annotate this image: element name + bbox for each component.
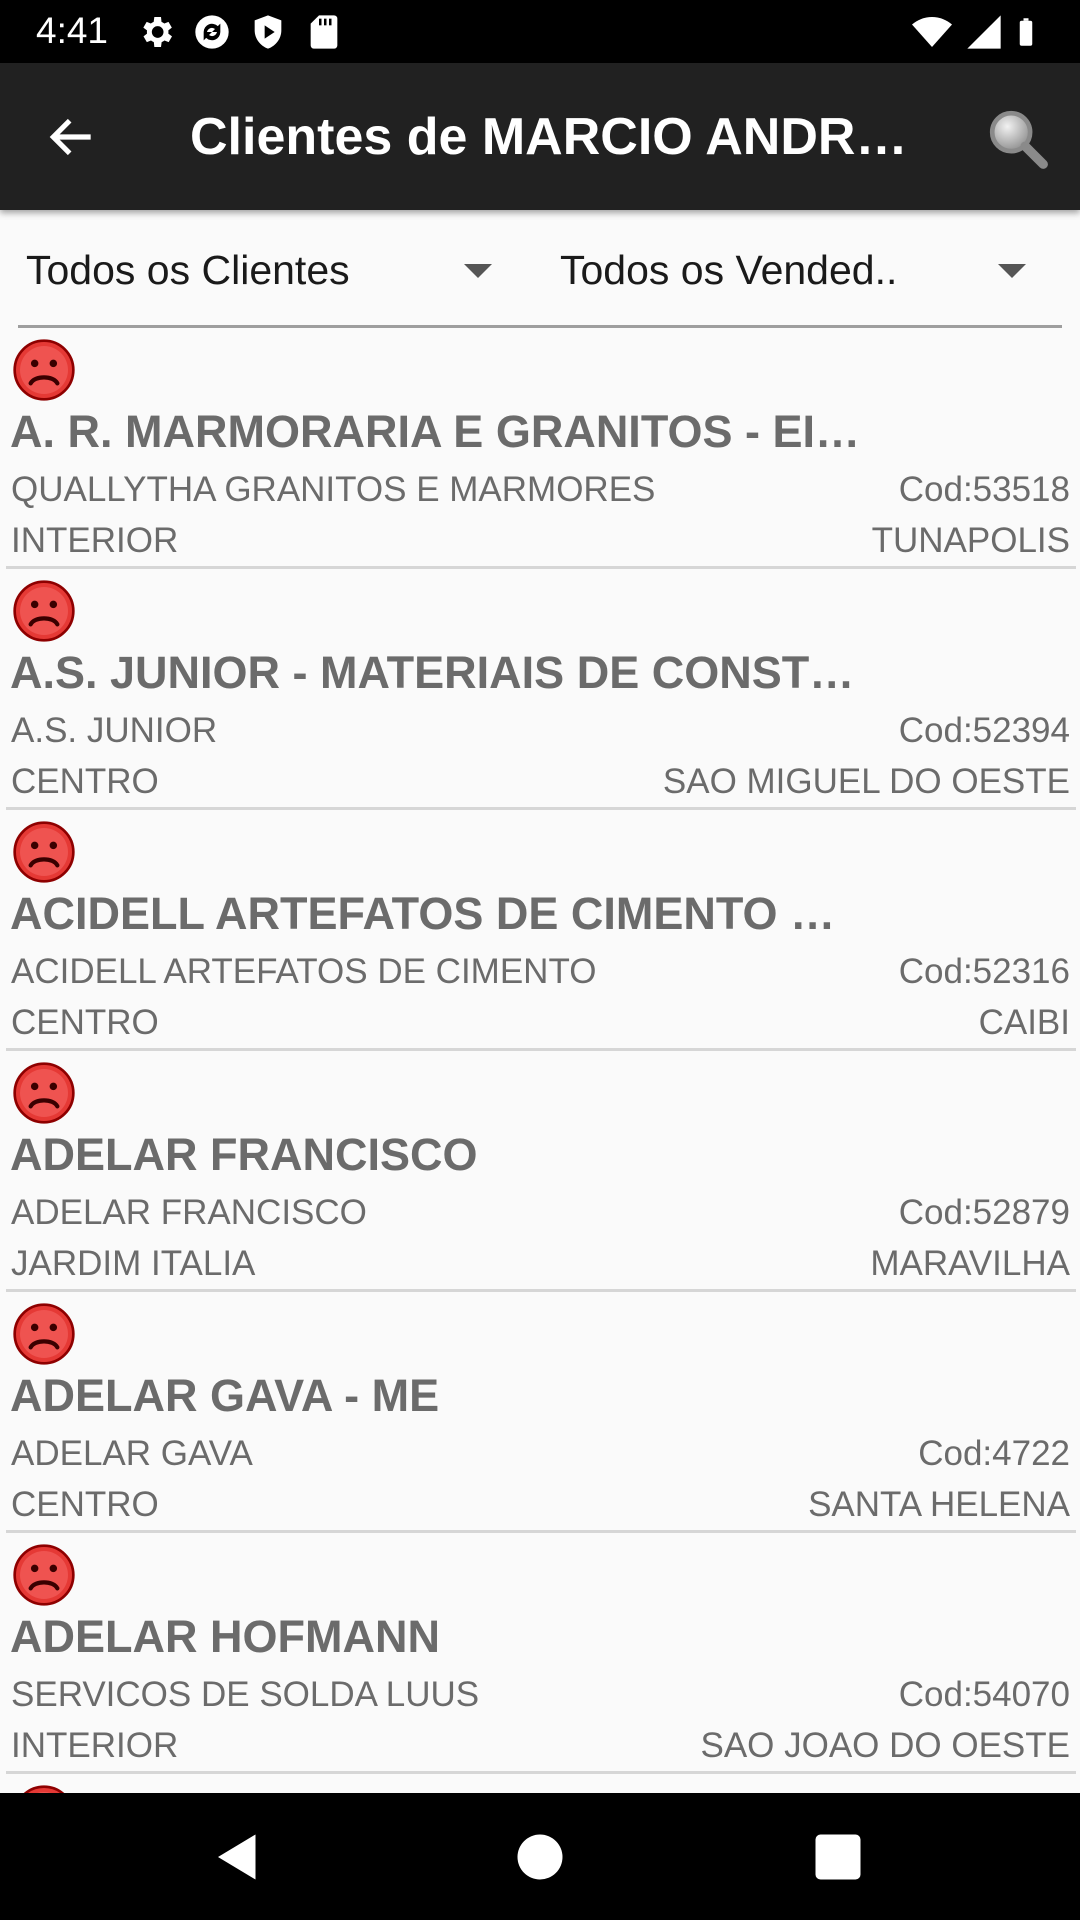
- sad-face-icon: [13, 580, 75, 642]
- settings-icon: [143, 17, 172, 47]
- client-fantasy-name: QUALLYTHA GRANITOS E MARMORES: [11, 470, 656, 509]
- client-district: JARDIM ITALIA: [11, 1244, 256, 1283]
- battery-icon: [1019, 18, 1033, 46]
- client-city: MARAVILHA: [870, 1244, 1070, 1283]
- client-name: A.S. JUNIOR - MATERIAIS DE CONST…: [10, 647, 855, 698]
- client-name: ADELAR HOFMANN: [10, 1611, 440, 1662]
- client-code: Cod:4722: [918, 1434, 1070, 1473]
- nav-recents-icon[interactable]: [808, 1827, 868, 1887]
- sad-face-icon: [13, 1303, 75, 1365]
- client-city: SANTA HELENA: [808, 1485, 1070, 1524]
- client-district: CENTRO: [11, 1003, 159, 1042]
- sellers-filter-label: Todos os Vended..: [560, 246, 898, 293]
- client-district: INTERIOR: [11, 521, 179, 560]
- clients-filter-dropdown[interactable]: Todos os Clientes: [26, 240, 496, 300]
- client-name: ACIDELL ARTEFATOS DE CIMENTO DE…: [10, 888, 860, 939]
- client-city: TUNAPOLIS: [871, 521, 1070, 560]
- dropdown-arrow-icon: [998, 264, 1026, 278]
- client-fantasy-name: A.S. JUNIOR: [11, 711, 218, 750]
- page-title: Clientes de MARCIO ANDRE…: [190, 108, 910, 166]
- client-fantasy-name: SERVICOS DE SOLDA LUUS: [11, 1675, 480, 1714]
- sad-face-icon: [13, 1544, 75, 1606]
- sd-card-icon: [310, 15, 338, 49]
- nav-back-icon[interactable]: [208, 1827, 268, 1887]
- status-bar: 4:41: [0, 0, 1080, 63]
- client-row[interactable]: ADELAR GAVA - ME ADELAR GAVA Cod:4722 CE…: [0, 1292, 1080, 1533]
- client-name: A. R. MARMORARIA E GRANITOS - EI…: [10, 406, 860, 457]
- sad-face-icon: [13, 339, 75, 401]
- client-row[interactable]: ADELAR FRANCISCO ADELAR FRANCISCO Cod:52…: [0, 1051, 1080, 1292]
- client-row[interactable]: A.S. JUNIOR - MATERIAIS DE CONST… A.S. J…: [0, 569, 1080, 810]
- client-list[interactable]: A. R. MARMORARIA E GRANITOS - EI… QUALLY…: [0, 328, 1080, 1793]
- sad-face-icon: [13, 1062, 75, 1124]
- client-code: Cod:52879: [898, 1193, 1070, 1232]
- client-fantasy-name: ADELAR GAVA: [11, 1434, 253, 1473]
- client-fantasy-name: ACIDELL ARTEFATOS DE CIMENTO: [11, 952, 597, 991]
- wifi-icon: [912, 17, 952, 47]
- arrow-back-icon[interactable]: [44, 109, 100, 165]
- client-code: Cod:53518: [898, 470, 1070, 509]
- filter-bar: Todos os Clientes Todos os Vended..: [0, 210, 1080, 328]
- client-city: CAIBI: [978, 1003, 1070, 1042]
- client-row[interactable]: A. R. MARMORARIA E GRANITOS - EI… QUALLY…: [0, 328, 1080, 569]
- client-code: Cod:52394: [898, 711, 1070, 750]
- app-bar: Clientes de MARCIO ANDRE…: [0, 63, 1080, 210]
- navigation-bar: [0, 1793, 1080, 1920]
- sellers-filter-dropdown[interactable]: Todos os Vended..: [560, 240, 1040, 300]
- signal-icon: [967, 15, 1001, 49]
- client-code: Cod:52316: [898, 952, 1070, 991]
- client-row-partial[interactable]: [0, 1774, 1080, 1793]
- client-name: ADELAR GAVA - ME: [10, 1370, 440, 1421]
- client-row[interactable]: ACIDELL ARTEFATOS DE CIMENTO DE… ACIDELL…: [0, 810, 1080, 1051]
- sync-icon: [195, 15, 229, 49]
- client-city: SAO MIGUEL DO OESTE: [662, 762, 1070, 801]
- client-district: INTERIOR: [11, 1726, 179, 1765]
- client-city: SAO JOAO DO OESTE: [700, 1726, 1070, 1765]
- nav-home-icon[interactable]: [510, 1827, 570, 1887]
- client-code: Cod:54070: [898, 1675, 1070, 1714]
- client-row[interactable]: ADELAR HOFMANN SERVICOS DE SOLDA LUUS Co…: [0, 1533, 1080, 1774]
- client-district: CENTRO: [11, 762, 159, 801]
- search-icon[interactable]: [982, 103, 1052, 173]
- shield-icon: [254, 15, 282, 49]
- client-name: ADELAR FRANCISCO: [10, 1129, 478, 1180]
- sad-face-icon: [23, 1785, 65, 1793]
- clients-filter-label: Todos os Clientes: [26, 246, 350, 293]
- client-fantasy-name: ADELAR FRANCISCO: [11, 1193, 367, 1232]
- sad-face-icon: [13, 821, 75, 883]
- status-time: 4:41: [36, 10, 109, 51]
- dropdown-arrow-icon: [464, 264, 492, 278]
- client-district: CENTRO: [11, 1485, 159, 1524]
